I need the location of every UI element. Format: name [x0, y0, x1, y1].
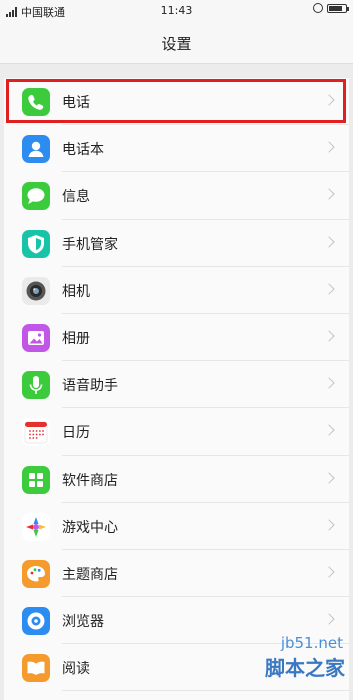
page-title: 设置 [161, 35, 192, 53]
chevron-right-icon [323, 283, 335, 295]
settings-item-label: 语音助手 [62, 378, 118, 395]
settings-item-7[interactable]: 日历 [4, 408, 349, 456]
app-store-icon [22, 465, 50, 494]
chevron-right-icon [323, 566, 335, 578]
alarm-icon [313, 3, 323, 13]
contacts-icon [22, 135, 50, 164]
chevron-right-icon [323, 141, 335, 153]
settings-item-label: 日历 [62, 425, 90, 442]
settings-item-label: 软件商店 [62, 472, 118, 489]
chevron-right-icon [323, 377, 335, 389]
chevron-right-icon [323, 188, 335, 201]
shield-icon [22, 229, 50, 258]
watermark-url: jb51.net [280, 634, 343, 652]
settings-item-5[interactable]: 相册 [4, 314, 349, 362]
status-bar: 中国联通 11:43 [0, 0, 353, 22]
microphone-icon [22, 371, 50, 400]
settings-item-10[interactable]: 主题商店 [4, 550, 349, 598]
browser-icon [22, 607, 50, 636]
settings-item-label: 游戏中心 [62, 519, 118, 536]
chevron-right-icon [323, 471, 335, 484]
settings-item-label: 电话 [62, 95, 90, 111]
settings-item-label: 手机管家 [62, 236, 118, 253]
settings-item-2[interactable]: 信息 [4, 172, 349, 220]
settings-item-8[interactable]: 软件商店 [4, 456, 349, 503]
settings-item-label: 浏览器 [62, 614, 104, 631]
phone-icon [22, 88, 50, 116]
settings-item-label: 电话本 [62, 142, 104, 159]
chevron-right-icon [323, 235, 335, 248]
header: 设置 [0, 22, 353, 64]
settings-item-9[interactable]: 游戏中心 [4, 503, 349, 550]
battery-icon [327, 3, 349, 13]
settings-item-label: 信息 [62, 189, 90, 206]
status-time: 11:43 [160, 4, 193, 17]
watermark-name: 脚本之家 [265, 656, 345, 680]
gallery-icon [22, 323, 50, 352]
watermark: jb51.net 脚本之家 [201, 634, 351, 694]
settings-item-label: 相册 [62, 330, 90, 347]
chevron-right-icon [323, 94, 335, 106]
settings-item-label: 相机 [62, 283, 90, 300]
settings-item-6[interactable]: 语音助手 [4, 361, 349, 409]
chevron-right-icon [323, 330, 335, 342]
settings-item-0[interactable]: 电话 [4, 78, 349, 126]
book-icon [22, 654, 50, 683]
chevron-right-icon [323, 424, 335, 436]
palette-icon [22, 559, 50, 588]
status-icons [313, 3, 349, 13]
settings-item-4[interactable]: 相机 [4, 267, 349, 314]
settings-item-1[interactable]: 电话本 [4, 125, 349, 173]
game-center-icon [22, 512, 50, 541]
calendar-icon [22, 418, 50, 447]
chevron-right-icon [323, 519, 335, 531]
messages-icon [22, 182, 50, 211]
settings-list: 电话电话本信息手机管家相机相册语音助手日历软件商店游戏中心主题商店浏览器阅读 [4, 78, 349, 700]
settings-item-label: 主题商店 [62, 566, 118, 583]
camera-icon [22, 276, 50, 305]
chevron-right-icon [323, 613, 335, 625]
settings-item-label: 阅读 [62, 661, 90, 678]
settings-item-3[interactable]: 手机管家 [4, 220, 349, 267]
